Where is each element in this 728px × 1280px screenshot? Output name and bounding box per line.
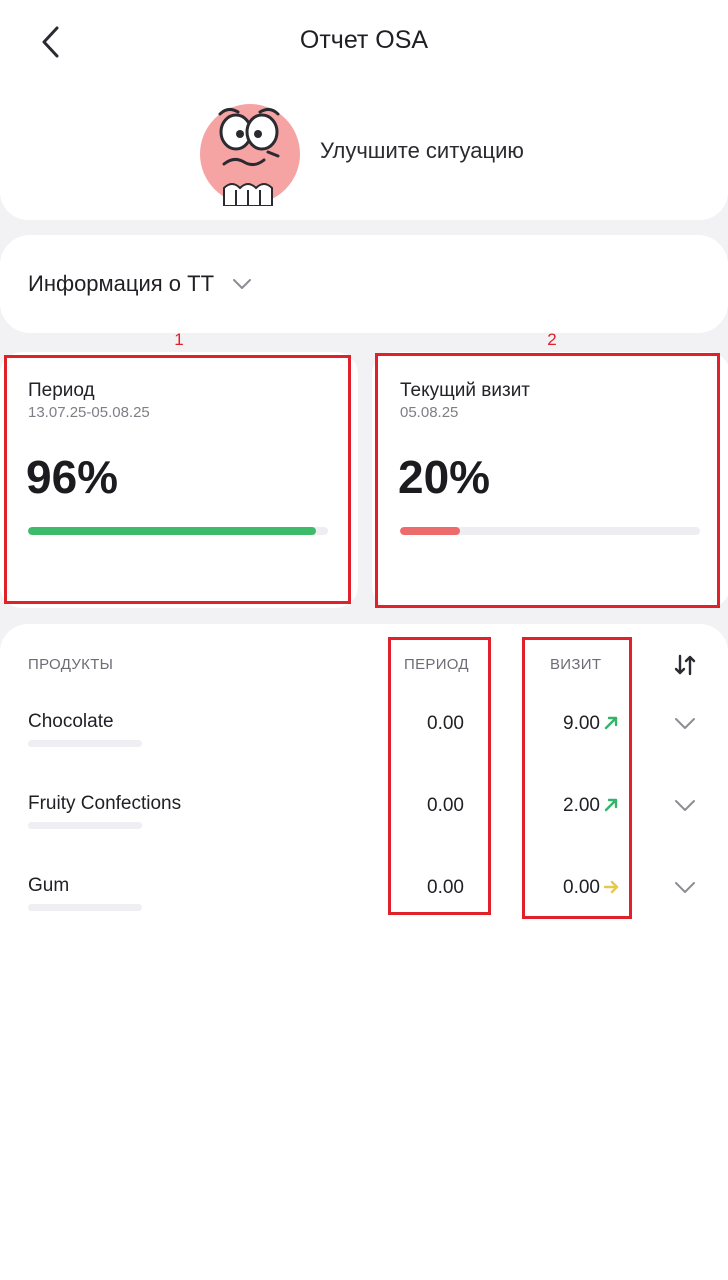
product-name: Chocolate: [28, 711, 114, 732]
up-arrow-icon: [604, 716, 618, 730]
page-title: Отчет OSA: [299, 26, 429, 54]
mascot-message: Улучшите ситуацию: [320, 138, 524, 163]
product-row[interactable]: Fruity Confections 0.00 2.00: [0, 793, 728, 875]
progress-bar-fill: [28, 527, 316, 535]
sort-button[interactable]: [670, 650, 700, 680]
product-row[interactable]: Gum 0.00 0.00: [0, 875, 728, 957]
product-bar: [28, 904, 142, 911]
info-dropdown[interactable]: Информация о ТТ: [0, 235, 728, 333]
product-visit-value: 9.00: [563, 713, 600, 734]
annotation-number: 1: [174, 330, 184, 349]
sort-arrows-icon: [674, 654, 696, 676]
up-arrow-icon: [604, 798, 618, 812]
product-name: Gum: [28, 875, 70, 896]
annotation-number: 2: [547, 330, 557, 349]
product-period-value: 0.00: [427, 795, 464, 816]
product-period-value: 0.00: [427, 713, 464, 734]
header-card: Отчет OSA Улучшите ситуацию: [0, 0, 728, 220]
product-bar: [28, 740, 142, 747]
chevron-down-icon[interactable]: [674, 881, 696, 895]
stat-title: Текущий визит: [400, 380, 531, 401]
progress-bar: [28, 527, 328, 535]
stat-value: 96%: [26, 451, 119, 503]
product-row[interactable]: Chocolate 0.00 9.00: [0, 711, 728, 793]
product-bar: [28, 822, 142, 829]
info-dropdown-label: Информация о ТТ: [28, 271, 215, 296]
product-name: Fruity Confections: [28, 793, 182, 814]
stat-date: 05.08.25: [400, 404, 459, 421]
chevron-down-icon[interactable]: [674, 717, 696, 731]
column-header-products: ПРОДУКТЫ: [28, 656, 114, 673]
stat-value: 20%: [398, 451, 491, 503]
right-arrow-icon: [603, 880, 619, 894]
chevron-down-icon: [233, 279, 252, 289]
product-period-value: 0.00: [427, 877, 464, 898]
visit-stat-card: Текущий визит 05.08.25 20%: [372, 352, 728, 608]
column-header-period[interactable]: ПЕРИОД: [404, 656, 469, 673]
column-header-visit[interactable]: ВИЗИТ: [550, 656, 601, 673]
period-stat-card: Период 13.07.25-05.08.25 96%: [0, 352, 358, 608]
progress-bar: [400, 527, 700, 535]
product-visit-value: 0.00: [563, 877, 600, 898]
stat-date: 13.07.25-05.08.25: [28, 404, 150, 421]
progress-bar-fill: [400, 527, 460, 535]
stat-title: Период: [28, 380, 95, 401]
chevron-down-icon[interactable]: [674, 799, 696, 813]
product-visit-value: 2.00: [563, 795, 600, 816]
mascot-avatar: [200, 104, 300, 206]
